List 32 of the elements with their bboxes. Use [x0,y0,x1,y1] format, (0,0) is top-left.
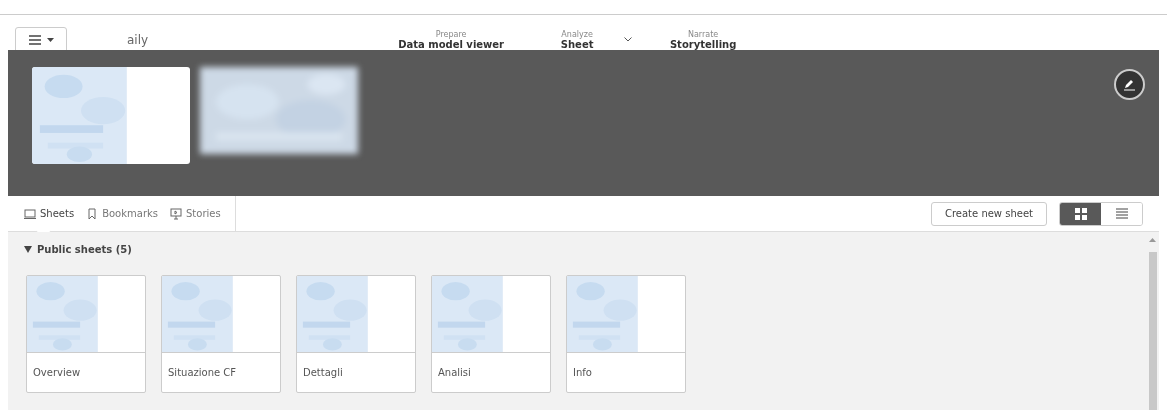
scrollbar-thumb[interactable] [1149,252,1157,410]
section-toggle[interactable]: Public sheets (5) [24,244,132,255]
create-sheet-button[interactable]: Create new sheet [930,201,1047,226]
pencil-icon [1123,78,1136,91]
nav-item[interactable]: Analyze Sheet [514,28,641,51]
edit-button[interactable] [1114,69,1145,100]
nav-item[interactable]: Narrate Storytelling [640,28,767,51]
menu-button[interactable] [15,26,67,53]
caret-icon [24,246,32,253]
menu-icon [28,34,41,45]
presentation-icon [170,207,182,220]
sheet-card[interactable]: Info [566,275,686,393]
bookmark-icon [86,207,99,220]
sheet-title: Overview [32,366,82,378]
scroll-up-icon[interactable] [1149,238,1156,242]
grid-view-button[interactable] [1060,202,1101,225]
list-icon [1115,208,1128,219]
sheet-title: Info [572,366,593,378]
grid-icon [1074,207,1087,220]
app-title: aily [127,32,149,47]
monitor-icon [24,207,36,220]
tab[interactable]: Stories [170,196,221,231]
sheet-title: Analisi [437,366,472,378]
nav-item[interactable]: Prepare Data model viewer [388,28,515,51]
sheet-card[interactable]: Situazione CF [161,275,281,393]
sheet-card[interactable]: Analisi [431,275,551,393]
tab[interactable]: Bookmarks [86,196,158,231]
sheet-title: Dettagli [302,366,344,378]
caret-icon [46,37,54,42]
sheet-title: Situazione CF [167,366,238,378]
sheet-card[interactable]: Dettagli [296,275,416,393]
sheet-card[interactable]: Overview [26,275,146,393]
